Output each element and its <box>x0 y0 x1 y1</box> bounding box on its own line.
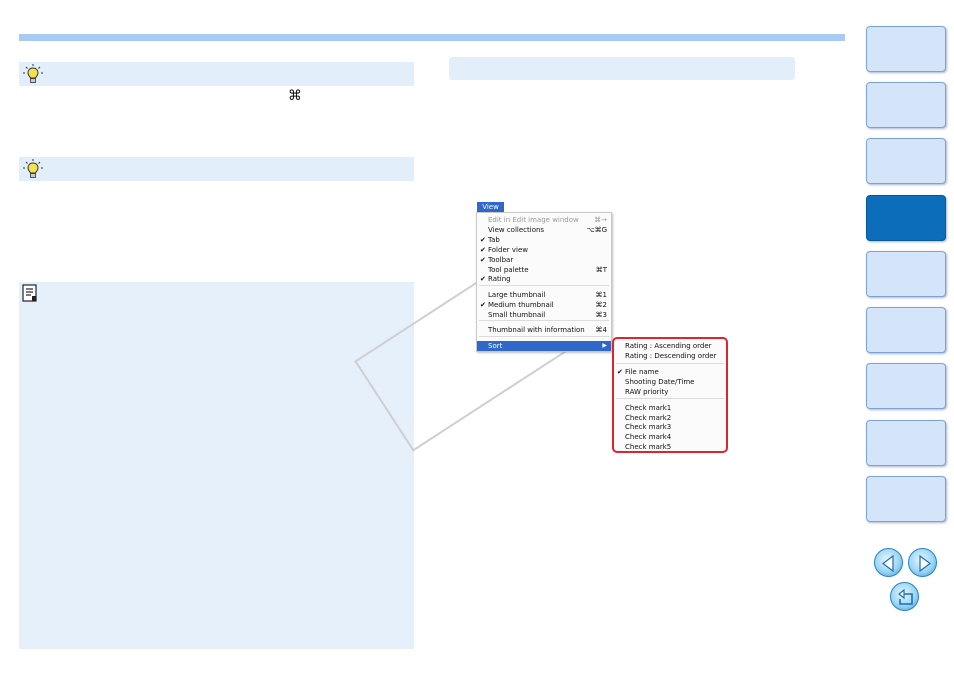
menu-item-shortcut: ⌘→ <box>594 216 607 224</box>
submenu-item-label: RAW priority <box>625 388 669 396</box>
menu-item-label: Sort <box>488 342 503 350</box>
menu-item-label: Tab <box>488 236 500 244</box>
submenu-item[interactable]: Check mark5 <box>614 442 726 452</box>
submenu-item-label: Rating : Ascending order <box>625 342 712 350</box>
menu-item-shortcut: ⌘2 <box>595 301 607 309</box>
submenu-item[interactable]: Check mark1 <box>614 403 726 413</box>
menu-item[interactable]: ✔ Rating <box>477 274 611 284</box>
submenu-separator <box>616 398 724 399</box>
submenu-arrow-icon: ▶ <box>602 342 607 349</box>
menu-item-label: Large thumbnail <box>488 291 546 299</box>
submenu-separator <box>616 363 724 364</box>
check-icon: ✔ <box>480 275 486 283</box>
check-icon: ✔ <box>480 301 486 309</box>
menu-separator <box>479 320 609 321</box>
menu-item-label: Tool palette <box>488 266 529 274</box>
menu-item[interactable]: Sort ▶ <box>477 341 611 351</box>
submenu-item-label: Check mark1 <box>625 404 672 412</box>
menu-item[interactable]: ✔ Medium thumbnail ⌘2 <box>477 300 611 310</box>
menu-item-label: Rating <box>488 275 511 283</box>
menu-item[interactable]: Edit in Edit image window ⌘→ <box>477 215 611 225</box>
chapter-tab[interactable] <box>866 26 946 72</box>
submenu-item-label: Rating : Descending order <box>625 352 717 360</box>
chapter-tab[interactable] <box>866 363 946 409</box>
menu-item-label: Folder view <box>488 246 528 254</box>
lightbulb-icon <box>23 64 43 83</box>
check-icon: ✔ <box>480 246 486 254</box>
view-menu-title[interactable]: View <box>477 202 504 212</box>
menu-item[interactable]: Small thumbnail ⌘3 <box>477 310 611 320</box>
section-header <box>449 57 795 80</box>
menu-item-shortcut: ⌘4 <box>595 326 607 334</box>
menu-item[interactable]: ✔ Folder view <box>477 245 611 255</box>
submenu-item-label: Shooting Date/Time <box>625 378 695 386</box>
menu-item-label: View collections <box>488 226 545 234</box>
submenu-item[interactable]: ✔ File name <box>614 367 726 377</box>
menu-item-label: Edit in Edit image window <box>488 216 579 224</box>
command-key-glyph: ⌘ <box>288 88 302 104</box>
menu-item-shortcut: ⌘3 <box>595 311 607 319</box>
submenu-item[interactable]: Rating : Ascending order <box>614 341 726 351</box>
menu-item[interactable]: Large thumbnail ⌘1 <box>477 290 611 300</box>
chapter-tab[interactable] <box>866 195 946 241</box>
menu-item[interactable]: ✔ Toolbar <box>477 255 611 265</box>
next-page-button[interactable] <box>908 548 937 577</box>
submenu-item[interactable]: Check mark3 <box>614 422 726 432</box>
chapter-tab[interactable] <box>866 476 946 522</box>
submenu-item[interactable]: RAW priority <box>614 387 726 397</box>
return-button[interactable] <box>890 582 919 611</box>
submenu-item[interactable]: Check mark4 <box>614 432 726 442</box>
arrow-right-icon <box>919 554 931 573</box>
tip-header-2 <box>19 157 414 181</box>
menu-separator <box>479 336 609 337</box>
submenu-item-label: Check mark4 <box>625 433 672 441</box>
menu-item-label: Small thumbnail <box>488 311 546 319</box>
check-icon: ✔ <box>617 368 623 376</box>
view-menu: Edit in Edit image window ⌘→ View collecti… <box>476 212 612 352</box>
chapter-tab[interactable] <box>866 138 946 184</box>
submenu-item[interactable]: Rating : Descending order <box>614 351 726 361</box>
chapter-tab[interactable] <box>866 307 946 353</box>
menu-item-shortcut: ⌘1 <box>595 291 607 299</box>
menu-item-label: Thumbnail with information <box>488 326 585 334</box>
lightbulb-icon <box>23 159 43 178</box>
check-icon: ✔ <box>480 236 486 244</box>
menu-item[interactable]: Thumbnail with information ⌘4 <box>477 325 611 335</box>
memo-icon <box>22 284 37 302</box>
submenu-item[interactable]: Shooting Date/Time <box>614 377 726 387</box>
menu-item-shortcut: ⌥⌘G <box>586 226 608 234</box>
menu-item-label: Medium thumbnail <box>488 301 554 309</box>
chapter-tab[interactable] <box>866 82 946 128</box>
submenu-item-label: Check mark2 <box>625 414 672 422</box>
menu-item[interactable]: ✔ Tab <box>477 235 611 245</box>
menu-separator <box>479 285 609 286</box>
check-icon: ✔ <box>480 256 486 264</box>
submenu-item-label: Check mark5 <box>625 443 672 451</box>
top-rule <box>19 34 845 41</box>
arrow-left-icon <box>882 554 894 573</box>
menu-item-label: Toolbar <box>488 256 514 264</box>
chapter-tab[interactable] <box>866 251 946 297</box>
return-icon <box>898 588 913 605</box>
note-panel <box>19 282 414 649</box>
submenu-item-label: Check mark3 <box>625 423 672 431</box>
submenu-item-label: File name <box>625 368 659 376</box>
sort-submenu: Rating : Ascending order Rating : Descend… <box>612 337 728 453</box>
menu-item[interactable]: View collections ⌥⌘G <box>477 225 611 235</box>
previous-page-button[interactable] <box>874 548 903 577</box>
tip-header-1 <box>19 62 414 86</box>
chapter-tab[interactable] <box>866 420 946 466</box>
